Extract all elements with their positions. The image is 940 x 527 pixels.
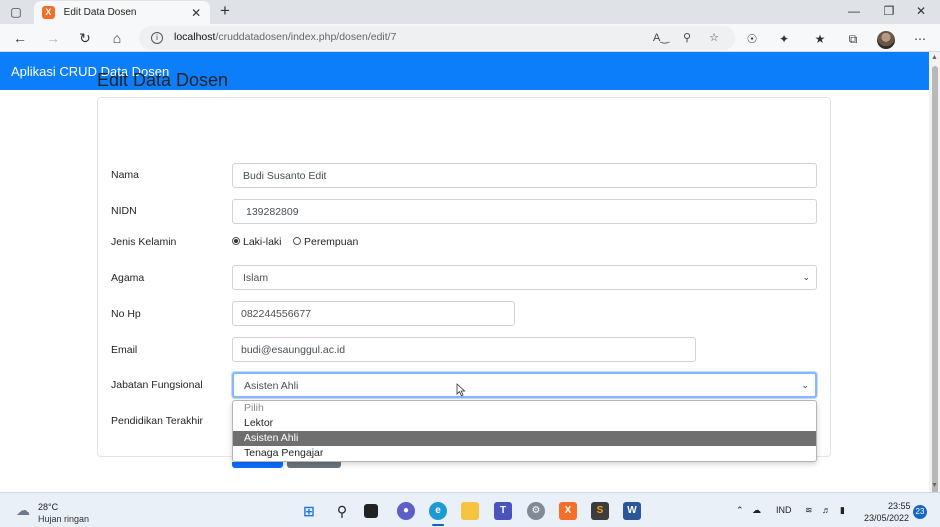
radio-laki-laki-label[interactable]: Laki-laki	[243, 236, 282, 248]
pendidikan-label: Pendidikan Terakhir	[111, 415, 204, 427]
chevron-down-icon: ⌄	[801, 380, 809, 390]
extensions-puzzle-icon[interactable]: ✦	[776, 31, 792, 47]
browser-toolbar: ← → ↻ ⌂ i localhost/cruddatadosen/index.…	[0, 24, 940, 52]
browser-tab[interactable]: X Edit Data Dosen ✕	[34, 1, 210, 24]
profile-avatar[interactable]	[877, 31, 895, 49]
notification-badge[interactable]: 23	[913, 505, 927, 519]
windows-taskbar: ☁ 28°C Hujan ringan ⊞ ⚲ ● e T ⚙ X S W ⌃ …	[0, 492, 940, 527]
jabatan-dropdown-list: Pilih Lektor Asisten Ahli Tenaga Pengaja…	[232, 400, 817, 462]
agama-select[interactable]: Islam ⌄	[232, 265, 817, 290]
read-aloud-icon[interactable]: A‿	[653, 30, 669, 46]
jenis-kelamin-label: Jenis Kelamin	[111, 236, 177, 248]
scroll-down-icon[interactable]: ▼	[931, 482, 938, 489]
tab-close-icon[interactable]: ✕	[190, 6, 202, 20]
scroll-up-icon[interactable]: ▲	[931, 54, 938, 61]
no-hp-label: No Hp	[111, 308, 141, 320]
battery-icon[interactable]: ▮	[840, 505, 845, 516]
weather-temperature[interactable]: 28°C	[38, 502, 58, 512]
no-hp-input[interactable]: 082244556677	[232, 301, 515, 326]
more-menu-icon[interactable]: ⋯	[912, 31, 928, 47]
volume-icon[interactable]: ♬	[822, 505, 831, 515]
show-hidden-icons-icon[interactable]: ⌃	[736, 505, 744, 516]
tab-title: Edit Data Dosen	[63, 7, 137, 18]
xampp-favicon-icon: X	[42, 6, 55, 19]
submit-button[interactable]	[232, 462, 283, 468]
window-close-icon[interactable]: ✕	[913, 4, 929, 20]
jabatan-select[interactable]: Asisten Ahli ⌄	[232, 372, 817, 398]
radio-laki-laki[interactable]	[232, 237, 240, 245]
add-favorite-icon[interactable]: ☆	[706, 30, 722, 46]
jabatan-selected-value: Asisten Ahli	[244, 380, 299, 392]
search-icon[interactable]: ⚲	[333, 502, 351, 520]
chevron-down-icon: ⌄	[802, 272, 810, 282]
nama-input[interactable]: Budi Susanto Edit	[232, 163, 817, 188]
teams-icon[interactable]: T	[494, 502, 512, 520]
page-title: Edit Data Dosen	[97, 70, 229, 90]
edge-browser-icon[interactable]: e	[429, 502, 447, 520]
agama-label: Agama	[111, 272, 145, 284]
tab-actions-icon[interactable]: ▢	[6, 3, 26, 21]
word-icon[interactable]: W	[623, 502, 641, 520]
language-indicator[interactable]: IND	[776, 505, 792, 515]
extension-icon[interactable]: ☉	[744, 31, 760, 47]
weather-description[interactable]: Hujan ringan	[38, 514, 89, 524]
back-icon[interactable]: ←	[11, 29, 29, 47]
onedrive-cloud-icon[interactable]: ☁	[752, 505, 761, 516]
clock-date[interactable]: 23/05/2022	[864, 513, 909, 523]
mouse-cursor-icon	[456, 383, 466, 397]
task-view-icon[interactable]	[364, 504, 378, 518]
agama-selected-value: Islam	[243, 272, 269, 284]
start-windows-icon[interactable]: ⊞	[300, 502, 318, 520]
nidn-input[interactable]: 139282809	[232, 199, 817, 224]
radio-perempuan[interactable]	[293, 237, 301, 245]
file-explorer-icon[interactable]	[461, 502, 479, 520]
scroll-thumb[interactable]	[932, 66, 938, 502]
new-tab-icon[interactable]: +	[216, 2, 234, 20]
zoom-icon[interactable]: ⚲	[679, 30, 695, 46]
address-bar[interactable]: i localhost/cruddatadosen/index.php/dose…	[139, 26, 735, 50]
collections-icon[interactable]: ⧉	[845, 31, 861, 47]
option-pilih[interactable]: Pilih	[233, 401, 816, 416]
page-scrollbar[interactable]: ▲ ▼	[929, 52, 940, 502]
home-icon[interactable]: ⌂	[108, 29, 126, 47]
browser-tab-bar: ▢ X Edit Data Dosen ✕ + — ❐ ✕	[0, 0, 940, 24]
nama-label: Nama	[111, 169, 140, 181]
xampp-icon[interactable]: X	[559, 502, 577, 520]
weather-rain-icon[interactable]: ☁	[16, 502, 34, 518]
active-app-indicator	[432, 524, 444, 526]
nidn-label: NIDN	[111, 205, 137, 217]
wifi-icon[interactable]: ≋	[805, 505, 813, 516]
url-text[interactable]: localhost/cruddatadosen/index.php/dosen/…	[174, 31, 396, 43]
email-input[interactable]: budi@esaunggul.ac.id	[232, 337, 696, 362]
cancel-button[interactable]	[287, 462, 341, 468]
option-lektor[interactable]: Lektor	[233, 416, 816, 431]
favorites-icon[interactable]: ★	[812, 31, 828, 47]
jabatan-label: Jabatan Fungsional	[111, 379, 203, 391]
chat-icon[interactable]: ●	[397, 502, 415, 520]
option-tenaga-pengajar[interactable]: Tenaga Pengajar	[233, 446, 816, 461]
email-label: Email	[111, 344, 138, 356]
sublime-text-icon[interactable]: S	[591, 502, 609, 520]
site-info-icon[interactable]: i	[151, 32, 163, 44]
settings-gear-icon[interactable]: ⚙	[527, 502, 545, 520]
restore-icon[interactable]: ❐	[881, 4, 897, 20]
clock-time[interactable]: 23:55	[888, 501, 911, 511]
forward-icon[interactable]: →	[44, 29, 62, 47]
refresh-icon[interactable]: ↻	[76, 29, 94, 47]
minimize-icon[interactable]: —	[846, 4, 862, 20]
radio-perempuan-label[interactable]: Perempuan	[304, 236, 358, 248]
option-asisten-ahli[interactable]: Asisten Ahli	[233, 431, 816, 446]
